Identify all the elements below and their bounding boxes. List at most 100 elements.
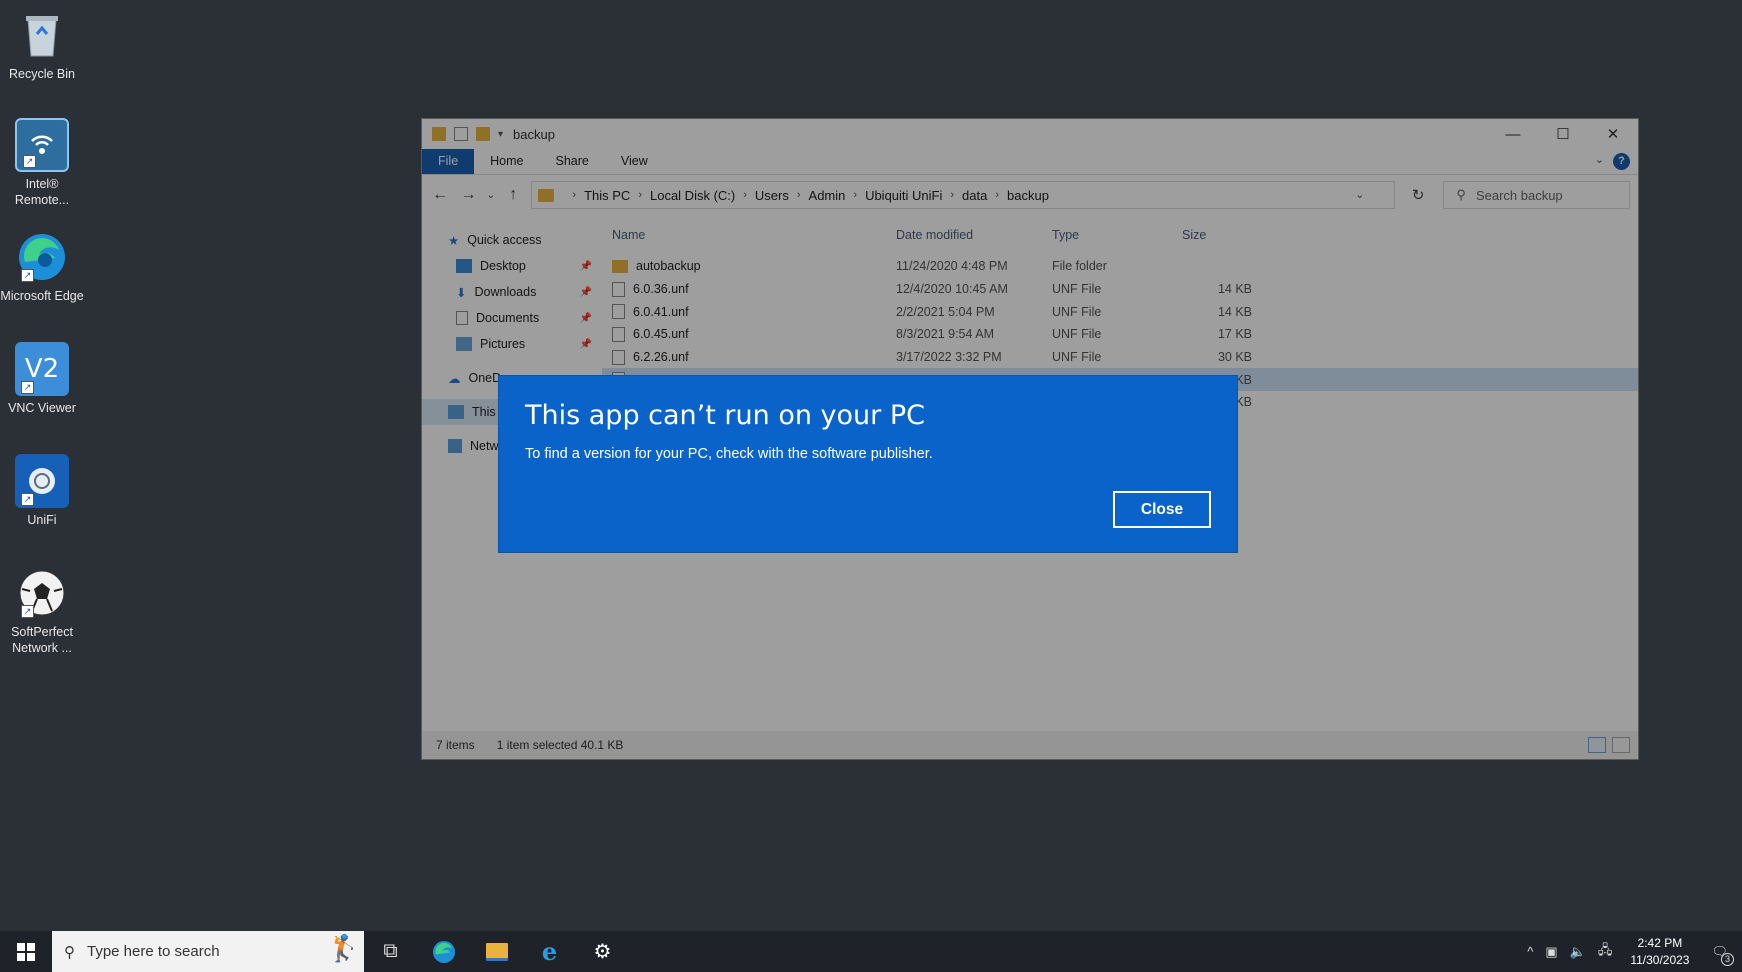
breadcrumb-data[interactable]: › data — [942, 188, 987, 203]
meet-now-icon[interactable]: ▣ — [1545, 944, 1557, 960]
breadcrumb-this-pc[interactable]: › This PC — [564, 188, 630, 203]
column-date-modified[interactable]: Date modified — [896, 228, 1052, 242]
tab-file[interactable]: File — [422, 149, 475, 174]
recycle-bin-icon — [15, 8, 69, 62]
nav-quick-access[interactable]: ★ Quick access — [422, 227, 602, 253]
nav-downloads[interactable]: ⬇ Downloads 📌 — [422, 279, 602, 305]
search-box[interactable]: ⚲ Search backup — [1443, 181, 1631, 209]
pin-icon[interactable]: 📌 — [580, 313, 592, 324]
file-row[interactable]: autobackup 11/24/2020 4:48 PM File folde… — [602, 255, 1638, 278]
customize-toolbar-chevron-icon[interactable]: ▾ — [498, 129, 503, 140]
new-folder-icon[interactable] — [476, 127, 490, 141]
breadcrumb-label: Admin — [808, 187, 846, 203]
folder-icon — [432, 127, 446, 141]
column-size[interactable]: Size — [1182, 228, 1252, 242]
shortcut-arrow-icon: ↗ — [21, 269, 34, 282]
breadcrumb-admin[interactable]: › Admin — [789, 188, 846, 203]
clock-time: 2:42 PM — [1637, 935, 1683, 950]
vnc-viewer-icon: V2 ↗ — [15, 342, 69, 396]
nav-label: Desktop — [480, 259, 526, 273]
nav-label: Netw — [470, 439, 499, 453]
file-row[interactable]: 6.0.36.unf 12/4/2020 10:45 AM UNF File 1… — [602, 278, 1638, 301]
tab-view[interactable]: View — [605, 149, 664, 174]
file-date: 3/17/2022 3:32 PM — [896, 350, 1002, 365]
minimize-button[interactable]: — — [1488, 119, 1538, 149]
breadcrumb-label: Ubiquiti UniFi — [865, 187, 943, 203]
documents-icon — [456, 311, 468, 325]
taskbar-internet-explorer-icon[interactable]: e — [523, 931, 576, 972]
tab-share[interactable]: Share — [540, 149, 605, 174]
breadcrumb-separator-icon: › — [853, 189, 858, 201]
close-button[interactable]: Close — [1113, 491, 1211, 528]
details-view-icon[interactable] — [1588, 737, 1606, 753]
address-dropdown-chevron-icon[interactable]: ⌄ — [1355, 188, 1364, 201]
pin-icon[interactable]: 📌 — [580, 339, 592, 350]
taskbar: ⚲ Type here to search 🏌 ⧉ e ⚙ ^ ▣ 🔈 🖧 2:… — [0, 931, 1742, 972]
column-type[interactable]: Type — [1052, 228, 1182, 242]
file-name: 6.0.45.unf — [633, 327, 689, 342]
task-view-icon[interactable]: ⧉ — [364, 931, 417, 972]
taskbar-edge-icon[interactable] — [417, 931, 470, 972]
back-arrow-icon[interactable]: ← — [430, 186, 450, 204]
address-bar[interactable]: › This PC › Local Disk (C:) › Users › Admin … — [531, 181, 1424, 209]
breadcrumb-separator-icon: › — [572, 189, 577, 201]
large-icons-view-icon[interactable] — [1612, 737, 1630, 753]
network-icon[interactable]: 🖧 — [1598, 941, 1613, 963]
column-name[interactable]: Name — [612, 228, 896, 242]
desktop-icon-microsoft-edge[interactable]: ↗ Microsoft Edge — [0, 230, 84, 304]
desktop-icon-softperfect[interactable]: ↗ SoftPerfect Network ... — [0, 566, 84, 656]
recent-locations-chevron-icon[interactable]: ⌄ — [487, 190, 495, 201]
help-icon[interactable]: ? — [1613, 153, 1630, 170]
clock[interactable]: 2:42 PM 11/30/2023 — [1630, 935, 1689, 969]
file-row[interactable]: 6.2.26.unf 3/17/2022 3:32 PM UNF File 30… — [602, 346, 1638, 369]
tab-home[interactable]: Home — [474, 149, 539, 174]
file-icon — [612, 304, 625, 320]
desktop-icon-unifi[interactable]: ↗ UniFi — [0, 454, 84, 528]
breadcrumb-users[interactable]: › Users — [735, 188, 789, 203]
nav-label: Documents — [476, 311, 540, 325]
item-count: 7 items — [436, 738, 475, 752]
taskbar-search-placeholder: Type here to search — [87, 943, 220, 960]
desktop-icon-intel-remote[interactable]: ↗ Intel® Remote... — [0, 118, 84, 208]
search-icon: ⚲ — [64, 943, 75, 961]
show-hidden-icons-chevron-icon[interactable]: ^ — [1527, 944, 1533, 959]
maximize-button[interactable]: ☐ — [1538, 119, 1588, 149]
properties-icon[interactable] — [454, 127, 468, 141]
edge-icon: ↗ — [15, 230, 69, 284]
shortcut-arrow-icon: ↗ — [21, 381, 34, 394]
taskbar-settings-gear-icon[interactable]: ⚙ — [576, 931, 629, 972]
desktop-icon-vnc-viewer[interactable]: V2 ↗ VNC Viewer — [0, 342, 84, 416]
up-arrow-icon[interactable]: ↑ — [503, 186, 523, 204]
expand-ribbon-chevron-icon[interactable]: ⌄ — [1595, 153, 1604, 166]
pin-icon[interactable]: 📌 — [580, 261, 592, 272]
folder-icon — [538, 188, 555, 202]
breadcrumb-backup[interactable]: › backup — [987, 188, 1049, 203]
close-window-button[interactable]: ✕ — [1588, 119, 1638, 149]
file-row[interactable]: 6.0.45.unf 8/3/2021 9:54 AM UNF File 17 … — [602, 323, 1638, 346]
nav-desktop[interactable]: Desktop 📌 — [422, 253, 602, 279]
breadcrumb-ubiquiti-unifi[interactable]: › Ubiquiti UniFi — [845, 188, 942, 203]
nav-pictures[interactable]: Pictures 📌 — [422, 331, 602, 357]
file-row[interactable]: 6.0.41.unf 2/2/2021 5:04 PM UNF File 14 … — [602, 300, 1638, 323]
view-switcher — [1588, 737, 1630, 753]
windows-logo-icon — [17, 942, 35, 961]
breadcrumb-local-disk[interactable]: › Local Disk (C:) — [630, 188, 735, 203]
vnc-glyph: V2 — [24, 354, 60, 384]
taskbar-file-explorer-icon[interactable] — [470, 931, 523, 972]
start-button[interactable] — [0, 931, 52, 972]
computer-icon — [448, 405, 464, 419]
taskbar-search-box[interactable]: ⚲ Type here to search 🏌 — [52, 931, 364, 972]
clock-date: 11/30/2023 — [1630, 952, 1690, 967]
forward-arrow-icon[interactable]: → — [458, 186, 478, 204]
file-date: 2/2/2021 5:04 PM — [896, 304, 995, 319]
title-bar: ▾ backup — ☐ ✕ — [422, 119, 1638, 149]
nav-documents[interactable]: Documents 📌 — [422, 305, 602, 331]
notifications-icon[interactable]: 🗨 3 — [1711, 944, 1734, 966]
refresh-icon[interactable]: ↻ — [1412, 186, 1425, 204]
desktop-icon-recycle-bin[interactable]: Recycle Bin — [0, 8, 84, 82]
file-type: UNF File — [1052, 327, 1102, 342]
volume-muted-icon[interactable]: 🔈 — [1570, 944, 1586, 960]
pin-icon[interactable]: 📌 — [580, 287, 592, 298]
notification-count-badge: 3 — [1721, 952, 1734, 966]
nav-label: OneD — [468, 371, 502, 385]
